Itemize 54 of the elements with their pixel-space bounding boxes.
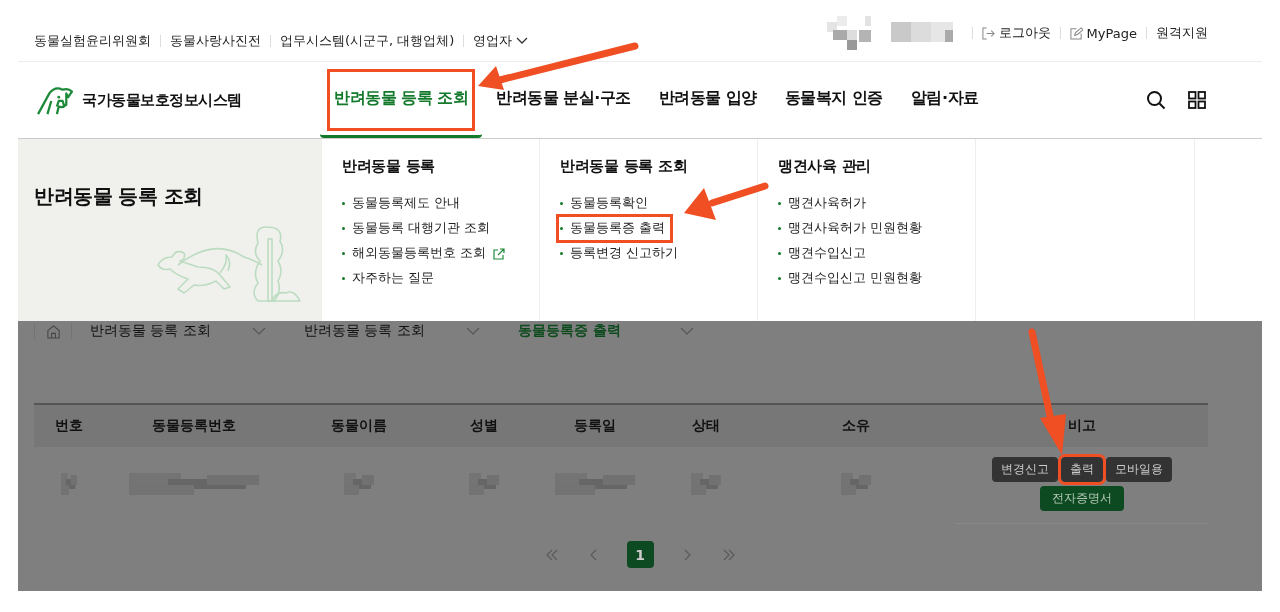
user-link[interactable]: 원격지원	[1156, 24, 1208, 42]
column-header: 번호	[54, 417, 84, 435]
column-header: 등록일	[573, 417, 617, 435]
previous-page-icon[interactable]	[588, 548, 597, 561]
logout-icon	[981, 26, 995, 40]
menu-heading: 맹견사육 관리	[778, 157, 873, 176]
chevron-down-icon	[466, 327, 480, 335]
util-link[interactable]: 업무시스템(시군구, 대행업체)	[280, 32, 455, 50]
menu-link[interactable]: 등록변경 신고하기	[560, 243, 682, 264]
util-link[interactable]: 동물사랑사진전	[170, 32, 261, 50]
search-icon[interactable]	[1146, 90, 1166, 110]
menu-link[interactable]: 동물등록제도 안내	[342, 193, 464, 214]
menu-link[interactable]: 동물등록 대행기관 조회	[342, 218, 494, 239]
menu-link[interactable]: 동물등록확인	[560, 193, 652, 214]
menu-heading: 반려동물 등록 조회	[560, 157, 689, 176]
first-page-icon[interactable]	[544, 548, 559, 561]
menu-link[interactable]: 맹견수입신고	[778, 243, 870, 264]
home-icon[interactable]	[45, 323, 61, 339]
last-page-icon[interactable]	[721, 548, 736, 561]
row-action-button[interactable]: 전자증명서	[1040, 485, 1124, 511]
nav-tab[interactable]: 동물복지 인증	[770, 62, 897, 138]
breadcrumb-dropdown[interactable]: 반려동물 등록 조회	[72, 322, 286, 340]
column-header: 성별	[469, 417, 499, 435]
menu-link[interactable]: 해외동물등록번호 조회	[342, 243, 509, 264]
menu-section-title: 반려동물 등록 조회	[34, 184, 203, 208]
user-link[interactable]: MyPage	[1069, 25, 1137, 41]
column-header: 동물등록번호	[151, 417, 237, 435]
site-title: 국가동물보호정보시스템	[82, 90, 242, 110]
column-header: 비고	[1067, 417, 1097, 435]
breadcrumb-dropdown[interactable]: 반려동물 등록 조회	[286, 322, 500, 340]
chevron-down-icon	[680, 327, 694, 335]
menu-heading: 반려동물 등록	[342, 157, 437, 176]
nav-tab[interactable]: 반려동물 입양	[644, 62, 771, 138]
edit-icon	[1069, 26, 1083, 40]
menu-link[interactable]: 맹견사육허가 민원현황	[778, 218, 926, 239]
page-button[interactable]: 1	[626, 541, 654, 568]
nav-tab[interactable]: 알림·자료	[896, 62, 993, 138]
user-link[interactable]: 로그아웃	[981, 24, 1051, 42]
chevron-down-icon	[252, 327, 266, 335]
grid-menu-icon[interactable]	[1188, 91, 1206, 109]
nav-tab[interactable]: 반려동물 등록 조회	[320, 62, 483, 138]
row-action-button[interactable]: 출력	[1061, 456, 1103, 482]
menu-link[interactable]: 자주하는 질문	[342, 268, 438, 289]
column-header: 소유	[841, 417, 871, 435]
util-link[interactable]: 동물실험윤리위원회	[34, 32, 151, 50]
column-header: 동물이름	[330, 417, 388, 435]
column-header: 상태	[691, 417, 721, 435]
nav-tab[interactable]: 반려동물 분실·구조	[482, 62, 645, 138]
menu-link[interactable]: 맹견수입신고 민원현황	[778, 268, 926, 289]
menu-link[interactable]: 맹견사육허가	[778, 193, 870, 214]
next-page-icon[interactable]	[683, 548, 692, 561]
row-action-button[interactable]: 변경신고	[992, 456, 1058, 482]
util-link[interactable]: 영업자	[473, 32, 529, 50]
row-action-button[interactable]: 모바일용	[1106, 456, 1172, 482]
